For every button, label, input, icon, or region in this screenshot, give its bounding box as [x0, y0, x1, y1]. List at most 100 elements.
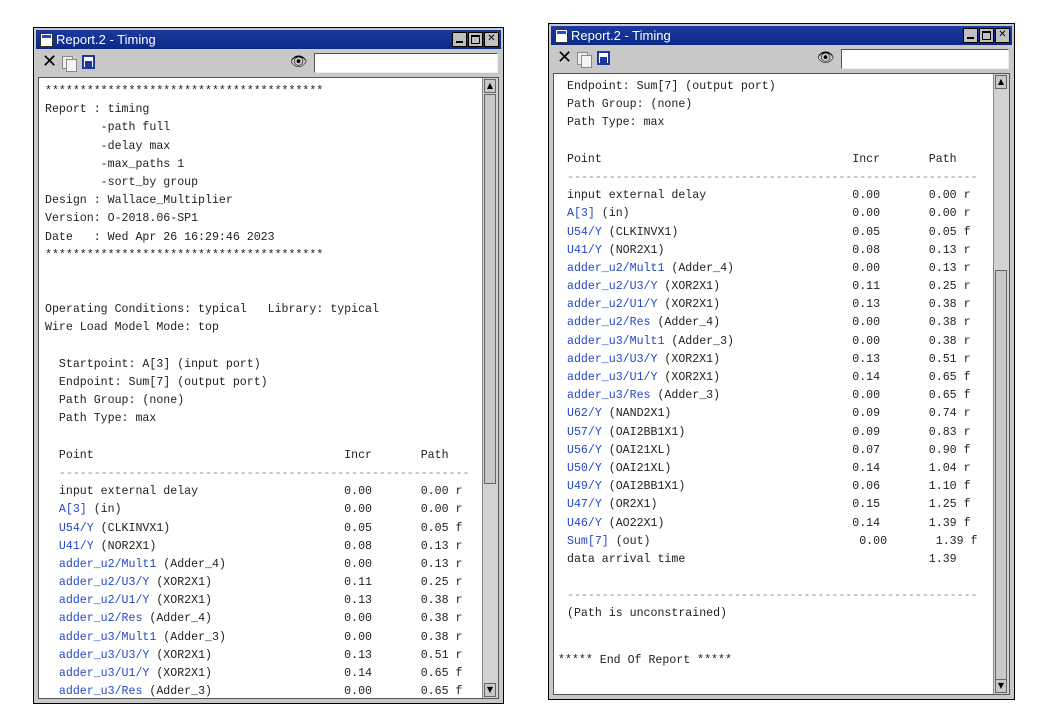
report-line: -max_paths 1	[45, 157, 185, 171]
scroll-up-icon[interactable]: ▲	[995, 75, 1007, 89]
pin-link[interactable]: adder_u2/U3/Y	[567, 280, 657, 293]
report-line: data arrival time 1.39	[567, 552, 957, 566]
window-title: Report.2 - Timing	[571, 28, 671, 43]
report-line: -path full	[45, 121, 171, 135]
report-line: Point Incr Path	[567, 152, 957, 166]
pin-link[interactable]: U62/Y	[567, 407, 602, 420]
scroll-up-icon[interactable]: ▲	[484, 79, 496, 93]
pin-link[interactable]: U50/Y	[567, 462, 602, 475]
report-line: ----------------------------------------…	[45, 466, 470, 480]
save-icon[interactable]	[595, 49, 614, 68]
report-text-area[interactable]: Endpoint: Sum[7] (output port) Path Group…	[553, 73, 1010, 695]
report-line: Endpoint: Sum[7] (output port)	[45, 376, 268, 389]
toolbar: ✕ 👁	[551, 47, 1012, 71]
pin-link[interactable]: adder_u2/U1/Y	[59, 594, 149, 607]
scroll-down-icon[interactable]: ▼	[484, 683, 496, 697]
line-text: (XOR2X1) 0.13 0.51 r	[657, 352, 971, 366]
scroll-thumb[interactable]	[484, 94, 496, 484]
pin-link[interactable]: U49/Y	[567, 480, 602, 493]
report-line	[567, 569, 989, 587]
window-icon[interactable]	[555, 29, 568, 43]
pin-link[interactable]: adder_u3/U3/Y	[59, 649, 149, 662]
report-line: adder_u2/Mult1 (Adder_4) 0.00 0.13 r	[567, 260, 989, 278]
pin-link[interactable]: adder_u2/Res	[567, 316, 651, 329]
vertical-scrollbar[interactable]: ▲ ▼	[993, 74, 1009, 694]
copy-icon[interactable]	[575, 49, 594, 68]
minimize-button[interactable]	[963, 28, 978, 43]
pin-link[interactable]: U41/Y	[59, 540, 94, 553]
pin-link[interactable]: adder_u3/U1/Y	[59, 667, 149, 680]
report-line: ****************************************	[45, 85, 324, 98]
pin-link[interactable]: adder_u2/Mult1	[59, 558, 156, 571]
line-text: (Adder_3) 0.00 0.65 f	[142, 685, 463, 699]
pin-link[interactable]: adder_u2/U1/Y	[567, 298, 657, 311]
search-input[interactable]	[314, 53, 498, 73]
line-text: (XOR2X1) 0.14 0.65 f	[149, 667, 463, 680]
pin-link[interactable]: adder_u3/U3/Y	[567, 353, 657, 366]
report-line: adder_u2/U1/Y (XOR2X1) 0.13 0.38 r	[45, 592, 478, 610]
title-bar[interactable]: Report.2 - Timing ✕	[551, 26, 1012, 45]
line-text: (XOR2X1) 0.13 0.51 r	[149, 648, 463, 662]
report-line: U50/Y (OAI21XL) 0.14 1.04 r	[567, 460, 989, 478]
close-window-button[interactable]: ✕	[995, 28, 1010, 43]
title-bar[interactable]: Report.2 - Timing ✕	[36, 30, 501, 49]
pin-link[interactable]: adder_u2/Res	[59, 612, 143, 625]
close-icon[interactable]: ✕	[40, 53, 59, 72]
pin-link[interactable]: U54/Y	[59, 522, 94, 535]
report-line: adder_u3/Mult1 (Adder_3) 0.00 0.38 r	[567, 333, 989, 351]
report-line: Operating Conditions: typical Library: t…	[45, 303, 379, 317]
pin-link[interactable]: A[3]	[59, 503, 87, 516]
pin-link[interactable]: adder_u2/Mult1	[567, 262, 664, 275]
line-text: (XOR2X1) 0.14 0.65 f	[657, 371, 971, 384]
pin-link[interactable]: U47/Y	[567, 498, 602, 511]
search-input[interactable]	[841, 49, 1009, 69]
pin-link[interactable]: adder_u3/U1/Y	[567, 371, 657, 384]
save-icon[interactable]	[80, 53, 99, 72]
pin-link[interactable]: adder_u3/Res	[59, 685, 143, 698]
copy-icon[interactable]	[60, 53, 79, 72]
binoculars-icon[interactable]: 👁	[289, 53, 308, 72]
pin-link[interactable]: U56/Y	[567, 444, 602, 457]
pin-link[interactable]: U46/Y	[567, 517, 602, 530]
pin-link[interactable]: adder_u3/Mult1	[567, 335, 664, 348]
scroll-thumb[interactable]	[995, 270, 1007, 690]
report-text-area[interactable]: ****************************************…	[38, 77, 499, 699]
line-text: (Adder_3) 0.00 0.38 r	[156, 630, 463, 644]
report-line: input external delay 0.00 0.00 r	[45, 485, 463, 499]
pin-link[interactable]: U54/Y	[567, 226, 602, 239]
report-line: adder_u2/U3/Y (XOR2X1) 0.11 0.25 r	[567, 278, 989, 296]
line-text: (XOR2X1) 0.11 0.25 r	[657, 280, 971, 294]
pin-link[interactable]: U41/Y	[567, 244, 602, 257]
close-icon[interactable]: ✕	[555, 49, 574, 68]
window-icon[interactable]	[40, 33, 53, 47]
report-line: adder_u3/U1/Y (XOR2X1) 0.14 0.65 f	[567, 369, 989, 387]
binoculars-icon[interactable]: 👁	[816, 49, 835, 68]
maximize-button[interactable]	[468, 32, 483, 47]
line-text: (Adder_4) 0.00 0.13 r	[156, 557, 463, 571]
report-line: adder_u3/Res (Adder_3) 0.00 0.65 f	[567, 387, 989, 405]
pin-link[interactable]: A[3]	[567, 207, 595, 220]
report-lines: Endpoint: Sum[7] (output port) Path Group…	[567, 78, 989, 624]
vertical-scrollbar[interactable]: ▲ ▼	[482, 78, 498, 698]
close-window-button[interactable]: ✕	[484, 32, 499, 47]
report-line: Wire Load Model Mode: top	[45, 321, 219, 335]
report-line: U54/Y (CLKINVX1) 0.05 0.05 f	[567, 224, 989, 242]
report-line	[45, 429, 478, 447]
pin-link[interactable]: Sum[7]	[567, 535, 609, 548]
scroll-down-icon[interactable]: ▼	[995, 679, 1007, 693]
pin-link[interactable]: U57/Y	[567, 426, 602, 439]
pin-link[interactable]: adder_u2/U3/Y	[59, 576, 149, 589]
report-line: Path Group: (none)	[45, 394, 185, 408]
report-line	[45, 265, 478, 283]
pin-link[interactable]: adder_u3/Mult1	[59, 631, 156, 644]
pin-link[interactable]: adder_u3/Res	[567, 389, 651, 402]
report-line: input external delay 0.00 0.00 r	[567, 189, 971, 203]
line-text: (OAI2BB1X1) 0.09 0.83 r	[601, 425, 971, 439]
maximize-button[interactable]	[979, 28, 994, 43]
minimize-button[interactable]	[452, 32, 467, 47]
report-line: (Path is unconstrained)	[567, 607, 728, 621]
